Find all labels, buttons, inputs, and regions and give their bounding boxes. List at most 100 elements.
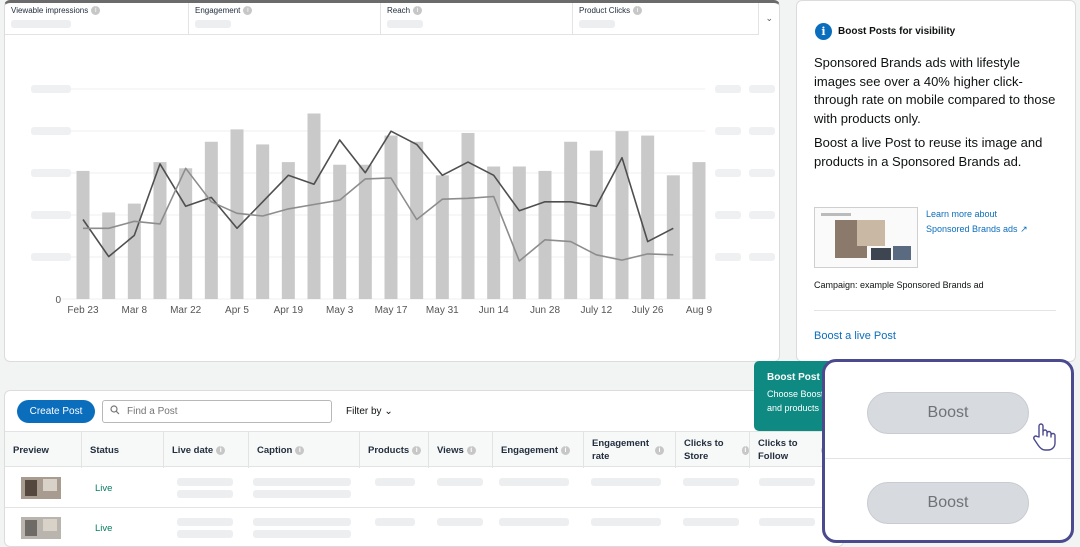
column-header[interactable]: Live date i [163,432,248,468]
y2-tick-placeholder [715,127,741,135]
column-header[interactable]: Status [81,432,163,468]
table-row[interactable]: Live [5,468,843,508]
divider [814,310,1056,311]
column-label: Status [90,444,120,456]
column-label: Engagement rate [592,438,650,462]
chart-line-series [82,130,674,258]
learn-more-link[interactable]: Learn more about Sponsored Brands ads ↗ [926,207,1028,237]
table-header: Preview Status Live date i Caption i Products i… [5,431,843,468]
thumb-part [25,520,37,536]
y2-tick-placeholder [749,253,775,261]
table-row[interactable]: Live [5,508,843,546]
cell-placeholder [437,478,483,486]
thumb-part [821,213,851,216]
x-tick-label: Apr 5 [225,305,249,316]
tab-label: Reach [387,6,411,15]
y-tick-placeholder [31,253,71,261]
info-icon[interactable]: i [633,6,643,15]
y-tick-placeholder [31,127,71,135]
column-label: Clicks to Follow [758,438,798,462]
info-icon[interactable]: i [243,6,253,15]
column-header[interactable]: Caption i [248,432,359,468]
column-label: Preview [13,444,49,456]
info-icon[interactable]: i [561,445,571,455]
filter-dropdown[interactable]: Filter by ⌄ [346,406,393,417]
chart-bar [179,168,193,299]
x-tick-label: July 26 [632,305,664,316]
chart-bar [487,166,501,299]
status-badge: Live [95,523,113,534]
tab-product-clicks[interactable]: Product Clicks i [573,3,759,35]
info-icon[interactable]: i [216,445,226,455]
boost-live-post-link[interactable]: Boost a live Post [814,330,896,342]
chart-bar [564,141,578,299]
tab-engagement[interactable]: Engagement i [189,3,381,35]
y2-tick-placeholder [749,211,775,219]
info-icon[interactable]: i [655,445,664,455]
cell-placeholder [591,478,661,486]
tab-reach[interactable]: Reach i [381,3,573,35]
panel-header: i Boost Posts for visibility [815,23,955,40]
tooltip-line1: Choose Boost [767,389,824,399]
cell-placeholder [375,478,415,486]
create-post-button[interactable]: Create Post [17,400,95,423]
chart-bar [333,164,347,299]
info-icon[interactable]: i [741,445,749,455]
tab-viewable-impressions[interactable]: Viewable impressions i [5,3,189,35]
y-tick-label: 0 [55,295,61,306]
thumb-part [893,246,911,260]
x-tick-label: Jun 28 [530,305,560,316]
chart-bar [153,162,167,299]
post-thumbnail[interactable] [21,517,61,539]
example-ad-image[interactable] [814,207,918,268]
chart-bar [615,131,629,299]
chart-bar [76,170,90,299]
tab-label: Product Clicks [579,6,631,15]
info-icon[interactable]: i [413,6,423,15]
column-header[interactable]: Views i [428,432,492,468]
boost-column-highlight: Boost Boost [822,359,1074,543]
column-header[interactable]: Clicks to Store i [675,432,749,468]
x-tick-label: Mar 8 [122,305,148,316]
cell-placeholder [253,518,351,526]
x-tick-label: May 31 [426,305,459,316]
y2-tick-placeholder [715,253,741,261]
column-header[interactable]: Engagement rate i [583,432,675,468]
x-tick-label: May 17 [375,305,408,316]
boost-button[interactable]: Boost [867,392,1029,434]
info-icon[interactable]: i [295,445,305,455]
cell-placeholder [683,518,739,526]
tab-label: Viewable impressions [11,6,89,15]
external-link-icon: ↗ [1020,224,1028,234]
column-header[interactable]: Products i [359,432,428,468]
search-icon [110,405,120,415]
tab-label: Engagement [195,6,241,15]
y2-tick-placeholder [749,127,775,135]
boost-button[interactable]: Boost [867,482,1029,524]
thumb-part [43,519,57,531]
thumb-part [25,480,37,496]
cell-placeholder [759,518,815,526]
y2-tick-placeholder [715,85,741,93]
cell-placeholder [177,518,233,526]
chart-bar [127,203,141,299]
x-tick-label: Mar 22 [170,305,202,316]
cell-placeholder [177,478,233,486]
column-header[interactable]: Preview [5,432,81,468]
chevron-down-icon[interactable]: ⌄ [765,13,773,24]
metric-tabs: Viewable impressions i Engagement i Reach i… [5,3,779,35]
chart-bar [410,141,424,299]
value-placeholder [195,20,231,28]
value-placeholder [579,20,615,28]
info-icon[interactable]: i [91,6,101,15]
chart-bar [358,164,372,299]
info-icon[interactable]: i [466,445,476,455]
info-icon[interactable]: i [412,445,422,455]
column-header[interactable]: Engagement i [492,432,583,468]
hand-cursor-icon [1033,423,1056,451]
post-thumbnail[interactable] [21,477,61,499]
search-input[interactable] [102,400,332,423]
cell-placeholder [683,478,739,486]
campaign-caption: Campaign: example Sponsored Brands ad [814,280,984,290]
x-tick-label: May 3 [326,305,354,316]
